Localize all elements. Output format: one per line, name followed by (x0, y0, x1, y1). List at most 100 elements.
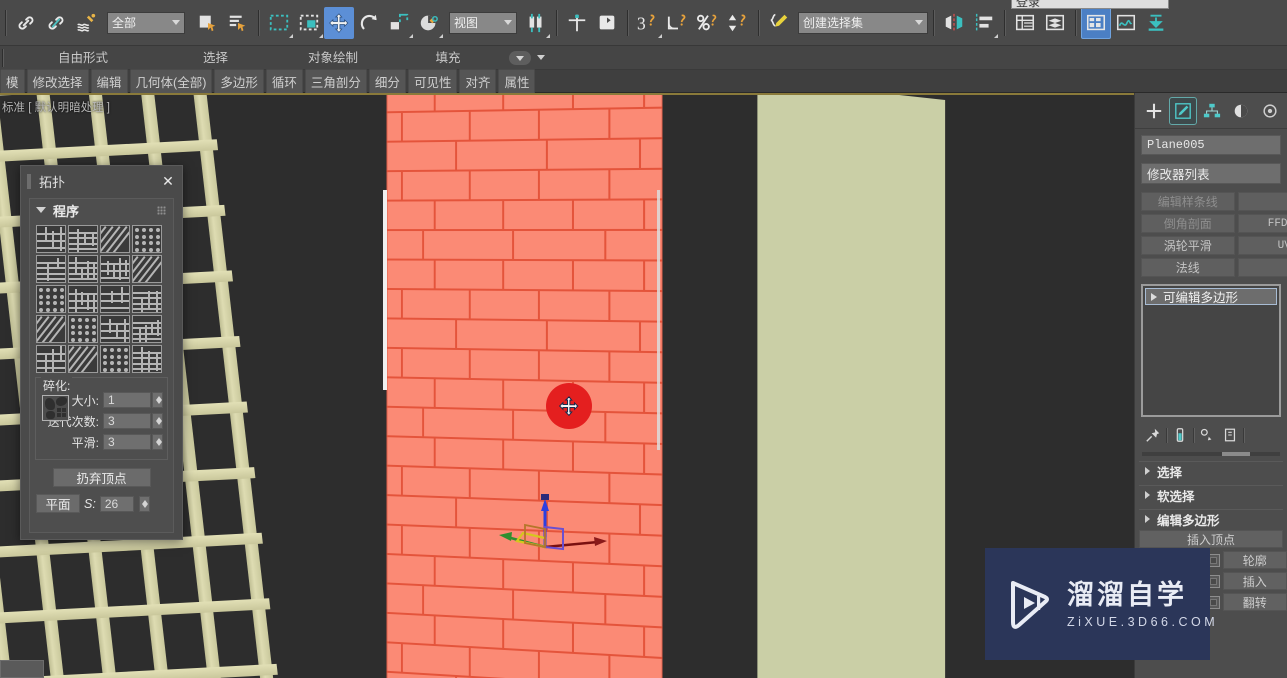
iterations-input[interactable]: 3 (103, 413, 151, 429)
pattern-button[interactable] (68, 345, 98, 373)
subtab-align[interactable]: 对齐 (459, 68, 497, 94)
select-and-move-icon[interactable] (324, 6, 354, 39)
rollout-edit-poly[interactable]: 编辑多边形 (1139, 509, 1283, 528)
modifier-button-blank-2[interactable] (1237, 258, 1287, 277)
rollout-selection[interactable]: 选择 (1139, 461, 1283, 480)
modifier-stack[interactable]: 可编辑多边形 (1141, 284, 1281, 417)
close-icon[interactable]: ✕ (160, 173, 176, 189)
modifier-turbosmooth-button[interactable]: 涡轮平滑 (1141, 236, 1235, 255)
rollout-soft-selection[interactable]: 软选择 (1139, 485, 1283, 504)
subtab-loop[interactable]: 循环 (265, 68, 303, 94)
modifier-normal-button[interactable]: 法线 (1141, 258, 1235, 277)
discard-vertices-button[interactable]: 扔弃顶点 (52, 468, 151, 487)
select-by-name-icon[interactable] (223, 7, 253, 39)
iterations-spinner[interactable] (152, 413, 163, 429)
move-gizmo[interactable] (495, 485, 615, 575)
select-and-window-icon[interactable] (294, 7, 324, 39)
chevron-down-icon[interactable] (537, 55, 545, 60)
panel-scrollbar[interactable] (1142, 452, 1280, 456)
chevron-right-icon[interactable] (1151, 292, 1157, 301)
link-icon[interactable] (11, 7, 41, 39)
ribbon-tab-select[interactable]: 选择 (158, 46, 273, 70)
select-and-scale-icon[interactable] (384, 7, 414, 39)
beige-slab-object[interactable] (757, 95, 946, 678)
modifier-edit-spline-button[interactable]: 编辑样条线 (1141, 192, 1235, 211)
pattern-button[interactable] (36, 225, 66, 253)
selection-filter-combo[interactable]: 全部 (107, 11, 185, 34)
viewport-corner-nub[interactable] (0, 660, 44, 678)
modifier-bevel-profile-button[interactable]: 倒角剖面 (1141, 214, 1235, 233)
topology-dialog[interactable]: 拓扑 ✕ 程序 碎化: 大小: 1 迭代次数: 3 平滑: 3 扔弃顶点 平面 … (20, 165, 183, 540)
modifier-button-blank-1[interactable] (1237, 192, 1287, 211)
fragment-size-spinner[interactable] (152, 392, 163, 408)
bind-space-warp-icon[interactable] (71, 7, 101, 39)
search-input[interactable]: 登录 (1011, 0, 1169, 9)
make-unique-icon[interactable] (1197, 425, 1217, 445)
material-editor-icon[interactable] (1081, 6, 1111, 39)
pattern-button[interactable] (132, 315, 162, 343)
pattern-button[interactable] (68, 315, 98, 343)
pattern-button[interactable] (68, 285, 98, 313)
subtab-visibility[interactable]: 可见性 (407, 68, 458, 94)
snaps-toggle-icon[interactable]: 3 (633, 7, 663, 39)
subtab-properties[interactable]: 属性 (498, 68, 536, 94)
modifier-list-dropdown[interactable]: 修改器列表 (1141, 163, 1281, 184)
motion-tab-icon[interactable] (1228, 98, 1254, 124)
mirror-icon[interactable] (592, 7, 622, 39)
align-icon[interactable] (562, 7, 592, 39)
subtab-edit[interactable]: 编辑 (90, 68, 128, 94)
pattern-button[interactable] (100, 225, 130, 253)
pattern-button[interactable] (36, 315, 66, 343)
modifier-ffd-button[interactable]: FFD ( (1237, 214, 1287, 233)
select-and-manipulate-icon[interactable] (414, 7, 444, 39)
ribbon-tab-fill[interactable]: 填充 (393, 46, 503, 70)
viewport-shading-label[interactable]: 标准 [ 默认明暗处理 ] (2, 99, 110, 115)
subtab-subdivision[interactable]: 细分 (368, 68, 406, 94)
align-tool-icon[interactable] (969, 7, 999, 39)
scene-explorer-icon[interactable] (1040, 7, 1070, 39)
fragment-preview-thumbnail[interactable] (42, 395, 69, 421)
pattern-button[interactable] (100, 285, 130, 313)
s-spinner[interactable] (138, 495, 150, 512)
s-input[interactable]: 26 (99, 495, 134, 512)
ribbon-tab-object-paint[interactable]: 对象绘制 (273, 46, 393, 70)
pattern-button[interactable] (100, 255, 130, 283)
pattern-button[interactable] (68, 225, 98, 253)
ribbon-overflow-dropdown[interactable] (509, 50, 531, 65)
pattern-button[interactable] (100, 315, 130, 343)
pattern-button[interactable] (132, 255, 162, 283)
rollout-grip-icon[interactable] (157, 206, 166, 215)
select-and-rotate-icon[interactable] (354, 7, 384, 39)
select-object-icon[interactable] (193, 7, 223, 39)
subtab-geometry-all[interactable]: 几何体(全部) (129, 68, 213, 94)
smooth-input[interactable]: 3 (103, 434, 151, 450)
modifier-uvw-button[interactable]: UV (1237, 236, 1287, 255)
pattern-button[interactable] (100, 345, 130, 373)
flip-button[interactable]: 翻转 (1222, 593, 1287, 611)
modifier-stack-item-editable-poly[interactable]: 可编辑多边形 (1145, 288, 1277, 305)
display-tab-icon[interactable] (1257, 98, 1283, 124)
outline-button[interactable]: 轮廓 (1222, 551, 1287, 569)
fragment-size-input[interactable]: 1 (103, 392, 151, 408)
topology-dialog-titlebar[interactable]: 拓扑 ✕ (21, 166, 182, 196)
pattern-button[interactable] (36, 255, 66, 283)
create-tab-icon[interactable] (1141, 98, 1167, 124)
show-end-result-icon[interactable] (1170, 425, 1190, 445)
layer-manager-icon[interactable] (1010, 7, 1040, 39)
drag-grip-icon[interactable] (27, 173, 31, 189)
pattern-button[interactable] (36, 285, 66, 313)
pattern-button[interactable] (132, 345, 162, 373)
use-pivot-center-icon[interactable] (521, 7, 551, 39)
ribbon-tab-freeform[interactable]: 自由形式 (8, 46, 158, 70)
subtab-modify-selection[interactable]: 修改选择 (26, 68, 89, 94)
pin-stack-icon[interactable] (1143, 425, 1163, 445)
angle-snap-icon[interactable] (663, 7, 693, 39)
subtab-model[interactable]: 模 (0, 68, 25, 94)
plane-button[interactable]: 平面 (36, 494, 80, 513)
percent-snap-icon[interactable] (693, 7, 723, 39)
unlink-icon[interactable] (41, 7, 71, 39)
smooth-spinner[interactable] (152, 434, 163, 450)
mirror-geometry-icon[interactable] (939, 7, 969, 39)
hierarchy-tab-icon[interactable] (1199, 98, 1225, 124)
render-setup-icon[interactable] (1141, 7, 1171, 39)
